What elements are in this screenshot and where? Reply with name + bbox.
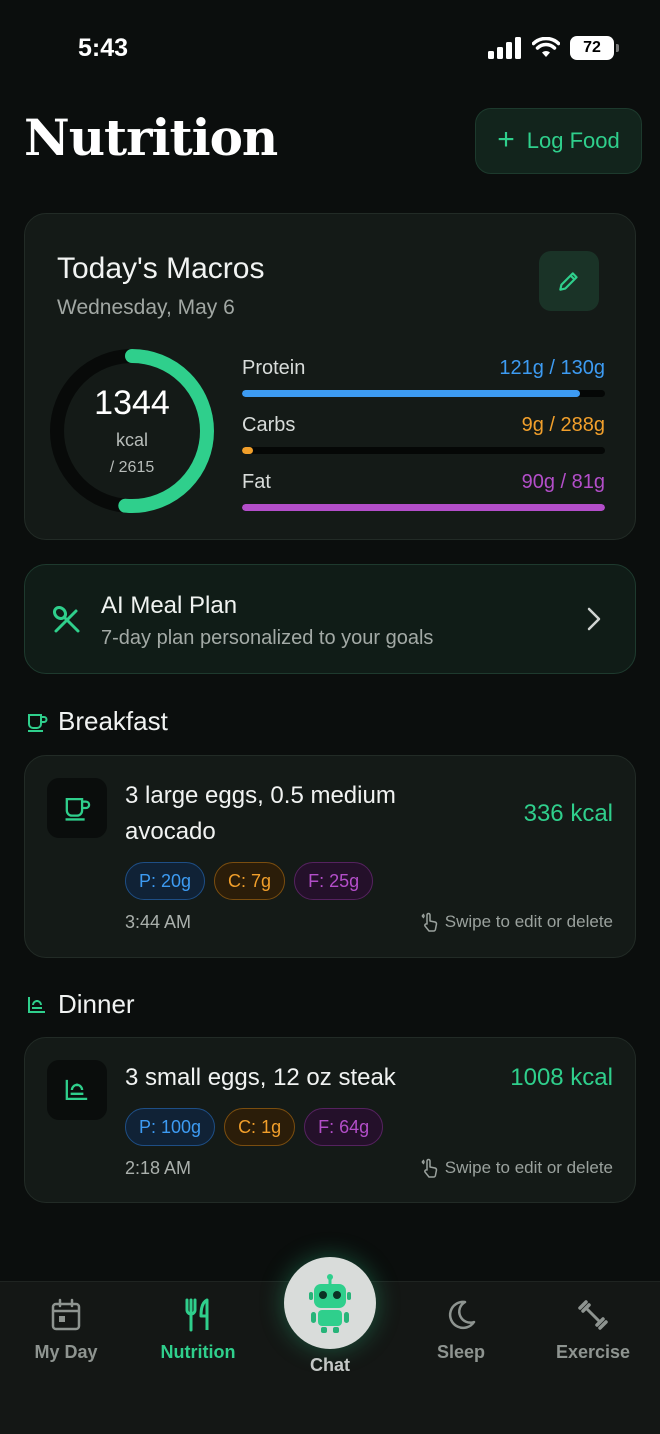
macro-value: 90g / 81g — [521, 471, 605, 493]
ai-meal-plan-card[interactable]: AI Meal Plan 7-day plan personalized to … — [24, 564, 636, 674]
nav-label: Exercise — [555, 1342, 631, 1362]
macro-row-protein: Protein 121g / 130g — [242, 357, 605, 407]
nav-item-exercise[interactable]: Exercise — [538, 1298, 648, 1363]
macro-progress-track — [242, 390, 605, 397]
nav-label: My Day — [34, 1342, 98, 1362]
coffee-cup-icon — [28, 713, 48, 732]
calories-value: 1344 — [94, 384, 170, 422]
macro-progress-fill — [242, 390, 580, 397]
status-icons: 72 — [488, 36, 619, 60]
section-title: Dinner — [58, 989, 135, 1019]
calendar-icon — [51, 1298, 81, 1331]
fat-chip: F: 64g — [304, 1108, 384, 1146]
protein-chip: P: 100g — [125, 1108, 216, 1146]
macro-chips: P: 20g C: 7g F: 25g — [125, 862, 374, 900]
section-title: Breakfast — [58, 706, 168, 736]
macro-name: Carbs — [242, 414, 296, 436]
moon-icon — [448, 1300, 476, 1330]
carbs-chip: C: 7g — [214, 862, 286, 900]
meal-card-dinner[interactable]: 3 small eggs, 12 oz steak 1008 kcal P: 1… — [24, 1037, 636, 1203]
dinner-plate-icon — [65, 1079, 88, 1101]
log-food-button[interactable]: + Log Food — [475, 108, 642, 174]
log-food-label: Log Food — [526, 128, 620, 153]
signal-icon — [488, 37, 521, 59]
meal-plan-title: AI Meal Plan — [101, 592, 238, 619]
plus-icon: + — [497, 122, 515, 156]
protein-chip: P: 20g — [125, 862, 206, 900]
meal-kcal: 1008 kcal — [510, 1064, 613, 1091]
battery-level: 72 — [583, 39, 601, 56]
meal-name: 3 small eggs, 12 oz steak — [125, 1064, 396, 1091]
nav-label-chat[interactable]: Chat — [280, 1355, 380, 1376]
page-title: Nutrition — [24, 108, 278, 167]
swipe-hand-icon — [421, 912, 438, 932]
macros-card: Today's Macros Wednesday, May 6 1344 kca… — [24, 213, 636, 540]
section-header-dinner: Dinner — [26, 989, 135, 1020]
macro-value: 9g / 288g — [521, 414, 605, 436]
swipe-hint-text: Swipe to edit or delete — [444, 912, 613, 931]
fork-knife-icon — [185, 1298, 209, 1332]
edit-macros-button[interactable] — [539, 251, 599, 311]
nav-label: Sleep — [436, 1342, 486, 1362]
status-time: 5:43 — [78, 34, 129, 62]
macro-row-carbs: Carbs 9g / 288g — [242, 414, 605, 464]
swipe-hand-icon — [421, 1158, 438, 1178]
nav-item-sleep[interactable]: Sleep — [406, 1298, 516, 1363]
dumbbell-icon — [578, 1300, 608, 1330]
macro-name: Fat — [242, 471, 271, 493]
wifi-icon — [532, 37, 560, 57]
coffee-cup-icon — [65, 797, 91, 821]
chevron-right-icon — [587, 607, 601, 631]
macro-progress-track — [242, 504, 605, 511]
calories-goal: / 2615 — [109, 459, 155, 476]
dinner-plate-icon — [28, 996, 45, 1013]
swipe-hint-text: Swipe to edit or delete — [444, 1158, 613, 1177]
macros-title: Today's Macros — [57, 252, 265, 285]
meal-name: 3 large eggs, 0.5 medium avocado — [125, 782, 396, 845]
chat-button[interactable] — [284, 1257, 376, 1349]
fat-chip: F: 25g — [294, 862, 374, 900]
utensils-icon — [52, 605, 80, 633]
meal-plan-subtitle: 7-day plan personalized to your goals — [101, 627, 434, 649]
status-bar: 5:43 72 — [0, 0, 660, 96]
macro-value: 121g / 130g — [499, 357, 605, 379]
pencil-icon — [559, 272, 578, 291]
macro-name: Protein — [242, 357, 306, 379]
macro-progress-fill — [242, 447, 253, 454]
nav-label: Nutrition — [160, 1342, 236, 1362]
meal-card-breakfast[interactable]: 3 large eggs, 0.5 medium avocado 336 kca… — [24, 755, 636, 958]
meal-icon-box — [47, 778, 107, 838]
meal-icon-box — [47, 1060, 107, 1120]
macro-progress-track — [242, 447, 605, 454]
meal-time: 2:18 AM — [125, 1158, 192, 1178]
battery-indicator: 72 — [570, 36, 619, 60]
macros-date: Wednesday, May 6 — [57, 296, 235, 319]
macro-chips: P: 100g C: 1g F: 64g — [125, 1108, 384, 1146]
carbs-chip: C: 1g — [224, 1108, 296, 1146]
macro-row-fat: Fat 90g / 81g — [242, 471, 605, 521]
macro-progress-fill — [242, 504, 605, 511]
nav-item-nutrition[interactable]: Nutrition — [143, 1298, 253, 1363]
swipe-hint: Swipe to edit or delete — [421, 1158, 613, 1178]
calories-unit: kcal — [115, 430, 148, 450]
robot-icon — [309, 1274, 351, 1333]
swipe-hint: Swipe to edit or delete — [421, 912, 613, 932]
section-header-breakfast: Breakfast — [26, 706, 168, 737]
meal-kcal: 336 kcal — [523, 800, 613, 827]
meal-time: 3:44 AM — [125, 912, 192, 932]
nav-item-my-day[interactable]: My Day — [11, 1298, 121, 1363]
calorie-summary: 1344 kcal / 2615 — [49, 348, 215, 514]
